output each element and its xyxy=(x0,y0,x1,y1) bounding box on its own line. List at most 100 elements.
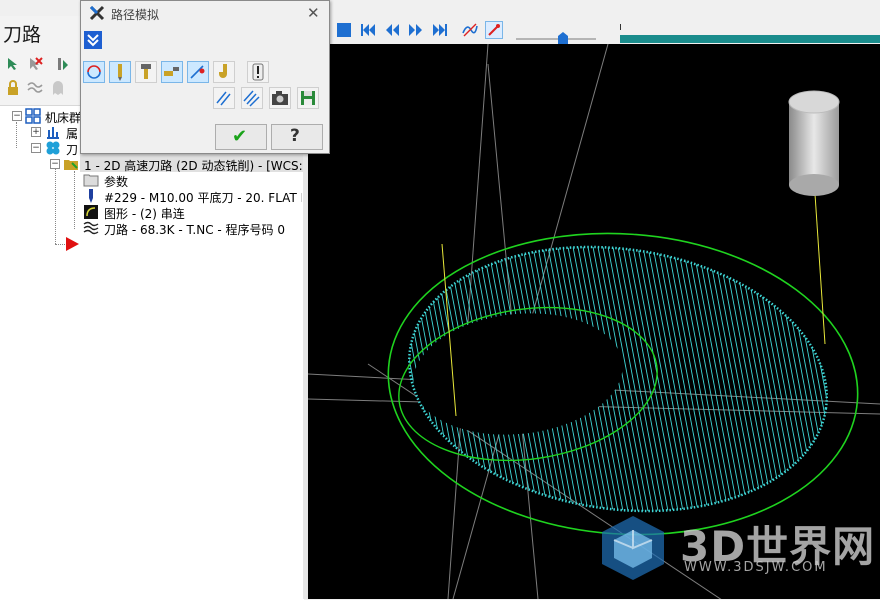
tree-item-tool[interactable]: #229 - M10.00 平底刀 - 20. FLAT ENDI xyxy=(104,189,302,206)
toolpath-pass xyxy=(842,221,845,537)
toolpath-pass xyxy=(632,221,704,537)
toolpath-pass xyxy=(787,221,845,537)
operation-folder-icon xyxy=(63,156,79,172)
confirm-button[interactable]: ✔ xyxy=(215,124,267,150)
show-holder-icon[interactable] xyxy=(135,61,157,83)
toolpath-pass xyxy=(308,194,323,564)
toolpath-pass xyxy=(737,221,809,537)
tree-line xyxy=(16,122,17,148)
lock-icon[interactable] xyxy=(5,80,21,96)
progress-tick xyxy=(620,24,621,30)
step-back-icon[interactable] xyxy=(383,21,401,39)
toolpath-pass xyxy=(752,221,824,537)
select-all-icon[interactable] xyxy=(5,56,21,72)
panel-title: 刀路 xyxy=(3,24,42,46)
save-icon[interactable] xyxy=(297,87,319,109)
toolpath-simulation-dialog: 路径模拟 ✕ ✔ ? xyxy=(80,0,330,154)
tool-cylinder-top xyxy=(788,90,840,114)
toolpath-pass xyxy=(777,221,845,537)
toolpath-pass xyxy=(792,221,845,537)
toolpath-pass xyxy=(868,194,880,564)
toolpath-pass xyxy=(722,221,794,537)
speed-slider-track[interactable] xyxy=(516,38,596,40)
toolpath-pass xyxy=(837,221,845,537)
help-button[interactable]: ? xyxy=(271,124,323,150)
tree-item-toolpath[interactable]: 刀路 - 68.3K - T.NC - 程序号码 0 xyxy=(104,221,285,238)
toolpath-pass xyxy=(848,194,880,564)
toolpath-pass xyxy=(782,221,845,537)
toolpath-pass xyxy=(318,194,388,564)
simulation-progress-bar[interactable] xyxy=(620,35,880,43)
close-icon[interactable]: ✕ xyxy=(307,4,320,22)
toolpath-waves-icon xyxy=(83,220,99,236)
toolpath-pass xyxy=(308,194,363,564)
deselect-icon[interactable] xyxy=(27,56,43,72)
toolpath-pass xyxy=(727,221,799,537)
toolpath-pass xyxy=(712,221,784,537)
display-settings-icon[interactable] xyxy=(187,61,209,83)
tree-expand-toggle[interactable]: + xyxy=(31,127,41,137)
tree-line xyxy=(55,168,56,244)
toolpath-pass xyxy=(742,221,814,537)
tree-collapse-toggle[interactable]: − xyxy=(12,111,22,121)
waves-icon[interactable] xyxy=(27,80,43,96)
tool-path-leg xyxy=(813,178,826,345)
toolpath-pass xyxy=(308,194,353,564)
toolpath-pass xyxy=(827,221,845,537)
toolpath-pass xyxy=(308,194,348,564)
tree-item-geometry[interactable]: 图形 - (2) 串连 xyxy=(104,205,185,222)
toolpath-pass xyxy=(391,221,399,537)
color-loop-icon[interactable] xyxy=(83,61,105,83)
toolpath-group-icon xyxy=(45,140,61,156)
alert-icon[interactable] xyxy=(247,61,269,83)
toolpath-pass xyxy=(697,221,769,537)
toolpath-pass xyxy=(657,221,729,537)
geometry-icon xyxy=(83,204,99,220)
app-logo-icon xyxy=(89,5,105,21)
toolpath-pass xyxy=(391,221,394,537)
hatch-toolpath-icon[interactable] xyxy=(213,87,235,109)
toolpath-pass xyxy=(802,221,845,537)
tree-line xyxy=(74,171,75,229)
toolpath-pass xyxy=(717,221,789,537)
tool-select-icon[interactable] xyxy=(55,56,71,72)
toolpath-pass xyxy=(762,221,834,537)
tree-item-parameters[interactable]: 参数 xyxy=(104,173,128,190)
collapse-chevrons-icon[interactable] xyxy=(84,31,102,49)
toolpath-pass xyxy=(642,221,714,537)
show-tool-icon[interactable] xyxy=(485,21,503,39)
tree-collapse-toggle[interactable]: − xyxy=(31,143,41,153)
rewind-icon[interactable] xyxy=(359,21,377,39)
toolpath-pass xyxy=(308,194,378,564)
toolpath-pass xyxy=(308,194,333,564)
help-icon: ? xyxy=(290,126,300,146)
camera-icon[interactable] xyxy=(269,87,291,109)
toolpath-pass xyxy=(692,221,764,537)
properties-icon xyxy=(45,124,61,140)
toolpath-pass xyxy=(817,221,845,537)
fast-forward-icon[interactable] xyxy=(431,21,449,39)
hatch-all-icon[interactable] xyxy=(241,87,263,109)
tool-shape-icon[interactable] xyxy=(213,61,235,83)
show-tool-icon[interactable] xyxy=(109,61,131,83)
step-forward-icon[interactable] xyxy=(407,21,425,39)
tree-item-operation[interactable]: 1 - 2D 高速刀路 (2D 动态铣削) - [WCS: 俯视 xyxy=(84,157,302,174)
insert-arrow-icon xyxy=(64,236,80,252)
watermark-url: WWW.3DSJW.COM xyxy=(684,560,828,575)
toolpath-pass xyxy=(662,221,734,537)
quick-verify-icon[interactable] xyxy=(161,61,183,83)
toolpath-pass xyxy=(682,221,754,537)
show-toolpath-icon[interactable] xyxy=(461,21,479,39)
operation-tree xyxy=(0,105,304,600)
dialog-title: 路径模拟 xyxy=(111,8,160,22)
tree-item-properties[interactable]: 属 xyxy=(66,125,78,142)
toolpath-pass xyxy=(637,221,709,537)
ghost-icon[interactable] xyxy=(50,80,66,96)
tree-collapse-toggle[interactable]: − xyxy=(50,159,60,169)
endmill-icon xyxy=(83,188,99,204)
stop-icon[interactable] xyxy=(335,21,353,39)
toolpath-pass xyxy=(308,194,368,564)
toolpath-pass xyxy=(767,221,839,537)
toolpath-pass xyxy=(772,221,844,537)
toolpath-pass xyxy=(667,221,739,537)
